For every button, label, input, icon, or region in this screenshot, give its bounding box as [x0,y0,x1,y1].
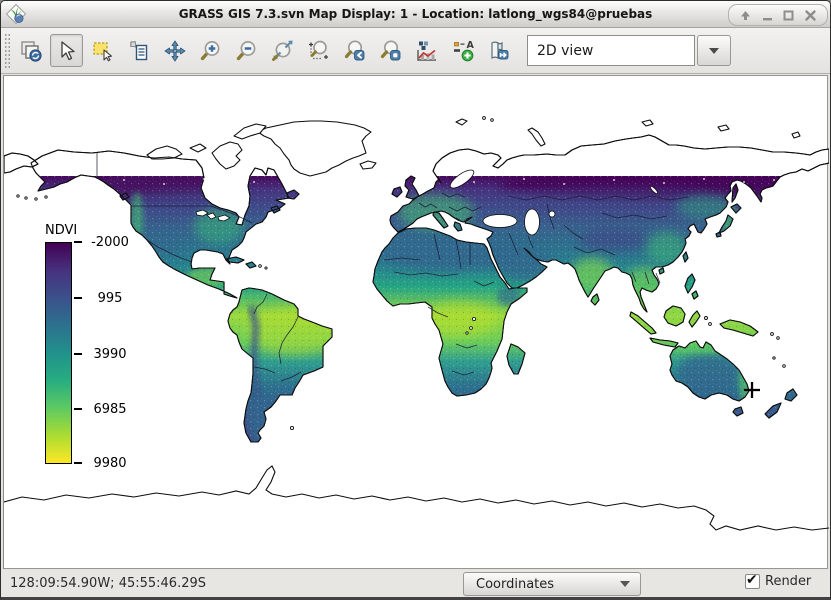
legend-tick [74,353,82,355]
pan-button[interactable] [158,34,191,67]
zoom-region-button[interactable] [302,34,335,67]
statusbar: 128:09:54.90W; 45:55:46.29S Coordinates … [1,570,830,598]
statusbar-mode-dropdown[interactable]: Coordinates [463,572,641,596]
render-checkbox[interactable] [745,574,760,589]
legend-label: 995 [86,291,134,306]
window-controls [728,4,828,26]
analyze-button[interactable] [410,34,443,67]
add-map-elements-icon: A [451,39,475,63]
grass-map-display-window: GRASS GIS 7.3.svn Map Display: 1 - Locat… [0,0,831,600]
world-ndvi-map [4,76,829,570]
display-map-icon [19,39,43,63]
zoom-in-icon [199,39,223,63]
shade-button[interactable] [738,7,754,23]
statusbar-mode-value: Coordinates [476,577,554,592]
render-option: Render [745,574,811,589]
add-map-elements-button[interactable]: A [446,34,479,67]
zoom-in-button[interactable] [194,34,227,67]
query-button[interactable] [122,34,155,67]
zoom-out-icon [235,39,259,63]
zoom-out-button[interactable] [230,34,263,67]
toolbar-drag-handle[interactable] [4,33,11,69]
titlebar[interactable]: GRASS GIS 7.3.svn Map Display: 1 - Locat… [1,1,830,28]
select-features-icon [91,39,115,63]
view-mode-combobox: 2D view [527,35,731,66]
zoom-extent-icon [271,39,295,63]
legend-tick [74,462,82,464]
minimize-button[interactable] [759,7,775,23]
pan-icon [163,39,187,63]
select-features-button[interactable] [86,34,119,67]
legend-tick [74,297,82,299]
maximize-button[interactable] [781,7,797,23]
coordinate-readout: 128:09:54.90W; 45:55:46.29S [10,576,206,591]
display-map-button[interactable] [14,34,47,67]
zoom-region-icon [307,39,331,63]
legend-label: 3990 [86,347,134,362]
legend-label: 6985 [86,402,134,417]
legend-label: 9980 [86,456,134,471]
ndvi-legend: NDVI -2000 995 3990 6985 9980 [42,223,172,242]
window-title: GRASS GIS 7.3.svn Map Display: 1 - Locat… [1,1,830,28]
save-display-button[interactable] [482,34,515,67]
legend-tick [74,241,82,243]
zoom-back-icon [343,39,367,63]
save-display-icon [487,39,511,63]
map-canvas[interactable]: NDVI -2000 995 3990 6985 9980 [3,75,828,569]
analyze-icon [415,39,439,63]
view-mode-dropdown-button[interactable] [697,35,731,66]
svg-text:A: A [466,40,474,51]
zoom-to-saved-button[interactable] [374,34,407,67]
pointer-button[interactable] [50,34,83,67]
antarctica-coastline [4,466,829,530]
legend-label: -2000 [86,235,134,250]
pointer-icon [55,39,79,63]
zoom-to-saved-icon [379,39,403,63]
render-checkbox-label: Render [765,574,811,589]
zoom-back-button[interactable] [338,34,371,67]
zoom-extent-button[interactable] [266,34,299,67]
legend-colorbar [45,242,72,464]
query-icon [127,39,151,63]
view-mode-value[interactable]: 2D view [527,35,695,66]
close-button[interactable] [802,7,818,23]
chevron-down-icon [709,48,719,54]
chevron-down-icon [620,581,630,587]
map-toolbar: A 2D view [1,28,830,74]
legend-tick [74,408,82,410]
